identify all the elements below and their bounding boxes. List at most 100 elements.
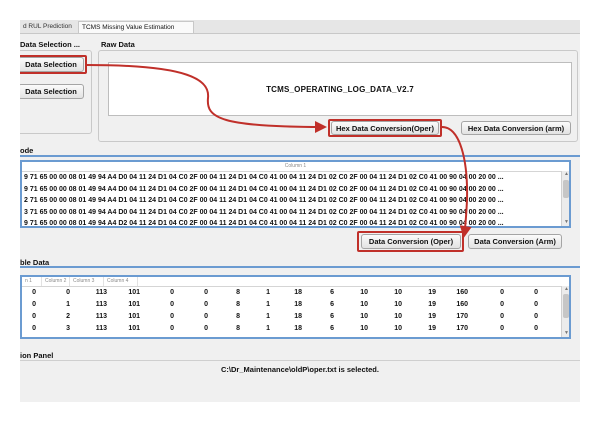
table-cell: 0 (534, 301, 538, 308)
tab-bar: d RUL Prediction TCMS Missing Value Esti… (20, 20, 580, 34)
panel-divider (20, 266, 580, 268)
table-cell: 6 (330, 325, 334, 332)
table-cell: 0 (204, 289, 208, 296)
table-cell: 18 (294, 325, 302, 332)
table-cell: 113 (95, 289, 107, 296)
table-cell: 2 (66, 313, 70, 320)
table-cell: 8 (236, 301, 240, 308)
table-cell: 1 (266, 325, 270, 332)
hex-column-header: Column 1 (22, 162, 569, 172)
table-cell: 10 (360, 289, 368, 296)
table-cell: 0 (32, 325, 36, 332)
table-cell: 101 (128, 325, 140, 332)
table-cell: 160 (456, 301, 468, 308)
table-cell: 6 (330, 313, 334, 320)
table-cell: 1 (266, 289, 270, 296)
table-cell: 0 (534, 289, 538, 296)
table-cell: 1 (266, 301, 270, 308)
table-cell: 0 (66, 289, 70, 296)
status-panel-title: ion Panel (20, 351, 54, 360)
table-row[interactable]: 0 1 113 101 0 0 8 1 18 6 10 10 19 160 0 0 (22, 299, 562, 311)
table-scrollbar[interactable]: ▲ ▼ (561, 286, 569, 337)
table-cell: 10 (360, 301, 368, 308)
highlight-data-selection (20, 55, 87, 74)
table-cell: 0 (170, 325, 174, 332)
table-cell: 6 (330, 289, 334, 296)
highlight-data-conversion-oper (357, 231, 464, 252)
table-cell: 0 (534, 325, 538, 332)
column-header[interactable]: Column 4 (104, 277, 138, 286)
table-cell: 113 (95, 313, 107, 320)
table-cell: 6 (330, 301, 334, 308)
table-cell: 8 (236, 325, 240, 332)
data-selection-button-2[interactable]: Data Selection (20, 84, 84, 99)
table-row[interactable]: 0 3 113 101 0 0 8 1 18 6 10 10 19 170 0 0 (22, 323, 562, 335)
table-cell: 113 (95, 301, 107, 308)
data-selection-panel-title: Data Selection ... (20, 40, 81, 49)
hex-row: 9 71 65 00 00 08 01 49 94 A4 D0 04 11 24… (24, 185, 504, 193)
column-header[interactable]: Column 2 (42, 277, 70, 286)
table-cell: 0 (32, 301, 36, 308)
table-cell: 10 (360, 325, 368, 332)
table-cell: 0 (32, 313, 36, 320)
status-message: C:\Dr_Maintenance\oldP\oper.txt is selec… (221, 365, 379, 374)
table-cell: 0 (534, 313, 538, 320)
hex-row: 3 71 65 00 00 08 01 49 94 A4 D0 04 11 24… (24, 208, 504, 216)
table-cell: 0 (170, 301, 174, 308)
table-cell: 101 (128, 313, 140, 320)
highlight-hex-conversion-oper (328, 119, 442, 137)
hex-data-table[interactable]: Column 1 9 71 65 00 00 08 01 49 94 A4 D0… (20, 160, 571, 228)
table-header: n 1 Column 2 Column 3 Column 4 (22, 277, 562, 287)
scroll-down-icon[interactable]: ▼ (564, 219, 569, 225)
table-cell: 19 (428, 325, 436, 332)
tab-rul-prediction[interactable]: d RUL Prediction (20, 21, 82, 32)
table-cell: 10 (394, 325, 402, 332)
table-cell: 8 (236, 313, 240, 320)
app-window: d RUL Prediction TCMS Missing Value Esti… (20, 20, 580, 402)
raw-data-panel-title: Raw Data (101, 40, 135, 49)
table-cell: 10 (394, 289, 402, 296)
table-cell: 113 (95, 325, 107, 332)
table-cell: 101 (128, 301, 140, 308)
column-header[interactable]: n 1 (22, 277, 42, 286)
table-row[interactable]: 0 0 113 101 0 0 8 1 18 6 10 10 19 160 0 0 (22, 287, 562, 299)
table-cell: 18 (294, 289, 302, 296)
table-cell: 0 (500, 313, 504, 320)
table-cell: 101 (128, 289, 140, 296)
hex-row: 9 71 65 00 00 08 01 49 94 A4 D2 04 11 24… (24, 220, 504, 227)
table-cell: 3 (66, 325, 70, 332)
table-cell: 10 (360, 313, 368, 320)
table-cell: 0 (500, 325, 504, 332)
column-header[interactable]: Column 3 (70, 277, 104, 286)
table-cell: 0 (500, 289, 504, 296)
panel-divider (20, 360, 580, 361)
hex-row: 9 71 65 00 00 08 01 49 94 A4 D0 04 11 24… (24, 174, 504, 181)
table-cell: 0 (204, 313, 208, 320)
table-cell: 160 (456, 289, 468, 296)
scroll-up-icon[interactable]: ▲ (564, 286, 569, 292)
hex-scrollbar[interactable]: ▲ ▼ (561, 171, 569, 226)
table-row[interactable]: 0 2 113 101 0 0 8 1 18 6 10 10 19 170 0 0 (22, 311, 562, 323)
table-cell: 10 (394, 313, 402, 320)
raw-data-file-label: TCMS_OPERATING_LOG_DATA_V2.7 (108, 62, 572, 116)
data-conversion-arm-button[interactable]: Data Conversion (Arm) (468, 234, 562, 249)
tab-missing-value-estimation[interactable]: TCMS Missing Value Estimation (78, 21, 194, 33)
table-cell: 19 (428, 313, 436, 320)
scroll-down-icon[interactable]: ▼ (564, 330, 569, 336)
table-cell: 170 (456, 325, 468, 332)
table-cell: 0 (204, 301, 208, 308)
table-cell: 0 (170, 313, 174, 320)
hex-conversion-arm-button[interactable]: Hex Data Conversion (arm) (461, 121, 571, 135)
converted-data-table[interactable]: n 1 Column 2 Column 3 Column 4 0 0 113 101 0… (20, 275, 571, 339)
table-cell: 170 (456, 313, 468, 320)
table-scroll-thumb[interactable] (563, 294, 569, 318)
table-cell: 1 (266, 313, 270, 320)
hex-scroll-thumb[interactable] (563, 180, 569, 198)
table-cell: 10 (394, 301, 402, 308)
table-cell: 19 (428, 301, 436, 308)
table-cell: 0 (204, 325, 208, 332)
table-cell: 1 (66, 301, 70, 308)
scroll-up-icon[interactable]: ▲ (564, 171, 569, 177)
hex-panel-title: ode (20, 146, 34, 155)
table-cell: 19 (428, 289, 436, 296)
